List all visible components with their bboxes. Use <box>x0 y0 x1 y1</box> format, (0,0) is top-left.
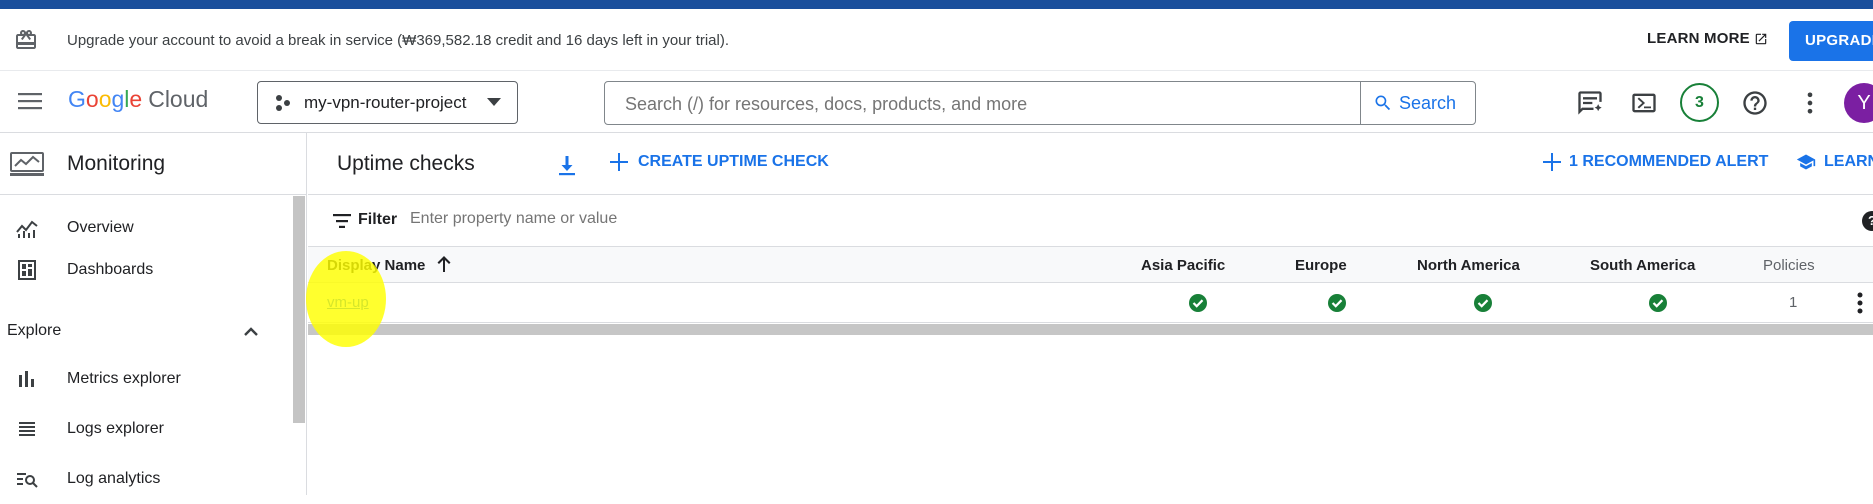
sidebar-item-log-analytics[interactable]: Log analytics <box>0 454 290 504</box>
chevron-down-icon <box>487 98 501 106</box>
create-uptime-check-button[interactable]: CREATE UPTIME CHECK <box>610 153 829 171</box>
project-selector[interactable]: my-vpn-router-project <box>257 81 518 124</box>
chevron-up-icon[interactable] <box>243 327 259 337</box>
sidebar-item-label: Dashboards <box>67 261 154 278</box>
logo-letter: o <box>85 86 99 112</box>
sidebar-item-logs-explorer[interactable]: Logs explorer <box>0 404 290 454</box>
search-button-label: Search <box>1399 92 1457 113</box>
page-title: Uptime checks <box>337 152 475 175</box>
main-content: Uptime checks CREATE UPTIME CHECK 1 RECO… <box>306 133 1873 495</box>
sidebar-item-metrics-explorer[interactable]: Metrics explorer <box>0 354 290 404</box>
add-icon <box>610 153 628 171</box>
sidebar-item-label: Metrics explorer <box>67 370 181 387</box>
gemini-chat-icon[interactable] <box>1576 89 1604 117</box>
avatar[interactable]: Y <box>1844 83 1873 123</box>
sidebar-item-label: Overview <box>67 219 134 236</box>
search-input[interactable] <box>625 94 1325 115</box>
trial-banner: Upgrade your account to avoid a break in… <box>0 9 1873 71</box>
search-box: Search <box>604 81 1476 125</box>
column-north-america[interactable]: North America <box>1417 257 1520 274</box>
learn-more-label: LEARN MORE <box>1647 30 1750 47</box>
upgrade-button[interactable]: UPGRADE <box>1789 21 1873 61</box>
create-uptime-check-label: CREATE UPTIME CHECK <box>638 153 829 170</box>
check-circle-icon <box>1474 294 1492 312</box>
sidebar-section-explore[interactable]: Explore <box>7 322 61 340</box>
help-icon[interactable] <box>1741 89 1769 117</box>
table-header: Display Name Asia Pacific Europe North A… <box>308 247 1873 283</box>
filter-input[interactable] <box>410 210 1010 228</box>
logo-letter: e <box>129 86 143 112</box>
overview-icon <box>16 220 38 238</box>
project-name: my-vpn-router-project <box>304 92 467 112</box>
recommended-alert-label: 1 RECOMMENDED ALERT <box>1569 153 1769 170</box>
table-row: vm-up 1 <box>308 283 1873 323</box>
column-asia-pacific[interactable]: Asia Pacific <box>1141 257 1225 274</box>
row-more-icon[interactable] <box>1857 292 1863 314</box>
gift-icon <box>16 30 36 49</box>
log-analytics-icon <box>17 473 38 488</box>
add-icon <box>1543 153 1561 171</box>
sidebar-item-dashboards[interactable]: Dashboards <box>0 245 290 295</box>
download-icon[interactable] <box>556 153 578 177</box>
sidebar-title: Monitoring <box>67 152 166 175</box>
logo-letter: G <box>68 86 86 112</box>
top-header: Google Cloud my-vpn-router-project Searc… <box>0 71 1873 133</box>
notifications-badge[interactable]: 3 <box>1680 83 1719 122</box>
recommended-alert-button[interactable]: 1 RECOMMENDED ALERT <box>1543 153 1768 171</box>
column-europe[interactable]: Europe <box>1295 257 1347 274</box>
more-vert-icon[interactable] <box>1796 89 1824 117</box>
highlight-annotation <box>306 251 386 347</box>
cloud-shell-icon[interactable] <box>1630 89 1658 117</box>
google-cloud-logo[interactable]: Google Cloud <box>68 86 208 113</box>
column-south-america[interactable]: South America <box>1590 257 1695 274</box>
search-icon <box>1375 95 1391 111</box>
menu-icon[interactable] <box>18 91 42 111</box>
sidebar-item-label: Logs explorer <box>67 420 164 437</box>
check-circle-icon <box>1649 294 1667 312</box>
column-policies[interactable]: Policies <box>1763 257 1815 274</box>
sidebar-header: Monitoring <box>0 133 306 195</box>
check-circle-icon <box>1328 294 1346 312</box>
filter-icon <box>333 214 351 228</box>
policies-count: 1 <box>1789 294 1798 311</box>
logs-icon <box>19 422 35 436</box>
arrow-up-icon[interactable] <box>436 255 452 273</box>
metrics-icon <box>19 371 34 387</box>
logo-letter: o <box>98 86 112 112</box>
search-button[interactable]: Search <box>1360 82 1476 124</box>
external-link-icon <box>1755 33 1767 44</box>
learn-more-link[interactable]: LEARN MORE <box>1647 30 1768 47</box>
filter-bar: Filter ? <box>308 195 1873 247</box>
sidebar-item-label: Log analytics <box>67 470 161 487</box>
filter-label: Filter <box>358 211 398 228</box>
help-icon[interactable]: ? <box>1862 211 1873 231</box>
monitoring-icon <box>10 152 44 176</box>
sidebar: Monitoring Overview Dashboards Explore M… <box>0 133 307 495</box>
logo-letter: g <box>111 86 125 112</box>
page-toolbar: Uptime checks CREATE UPTIME CHECK 1 RECO… <box>308 133 1873 195</box>
learn-button[interactable]: LEARN <box>1796 153 1873 171</box>
project-icon <box>276 94 290 111</box>
banner-text: Upgrade your account to avoid a break in… <box>67 32 730 49</box>
dashboards-icon <box>18 260 36 280</box>
learn-label: LEARN <box>1824 153 1873 170</box>
table-horizontal-scrollbar[interactable] <box>308 324 1873 335</box>
check-circle-icon <box>1189 294 1207 312</box>
school-icon <box>1796 154 1816 170</box>
logo-product: Cloud <box>148 86 209 112</box>
top-strip <box>0 0 1873 9</box>
sidebar-scrollbar[interactable] <box>293 196 305 423</box>
